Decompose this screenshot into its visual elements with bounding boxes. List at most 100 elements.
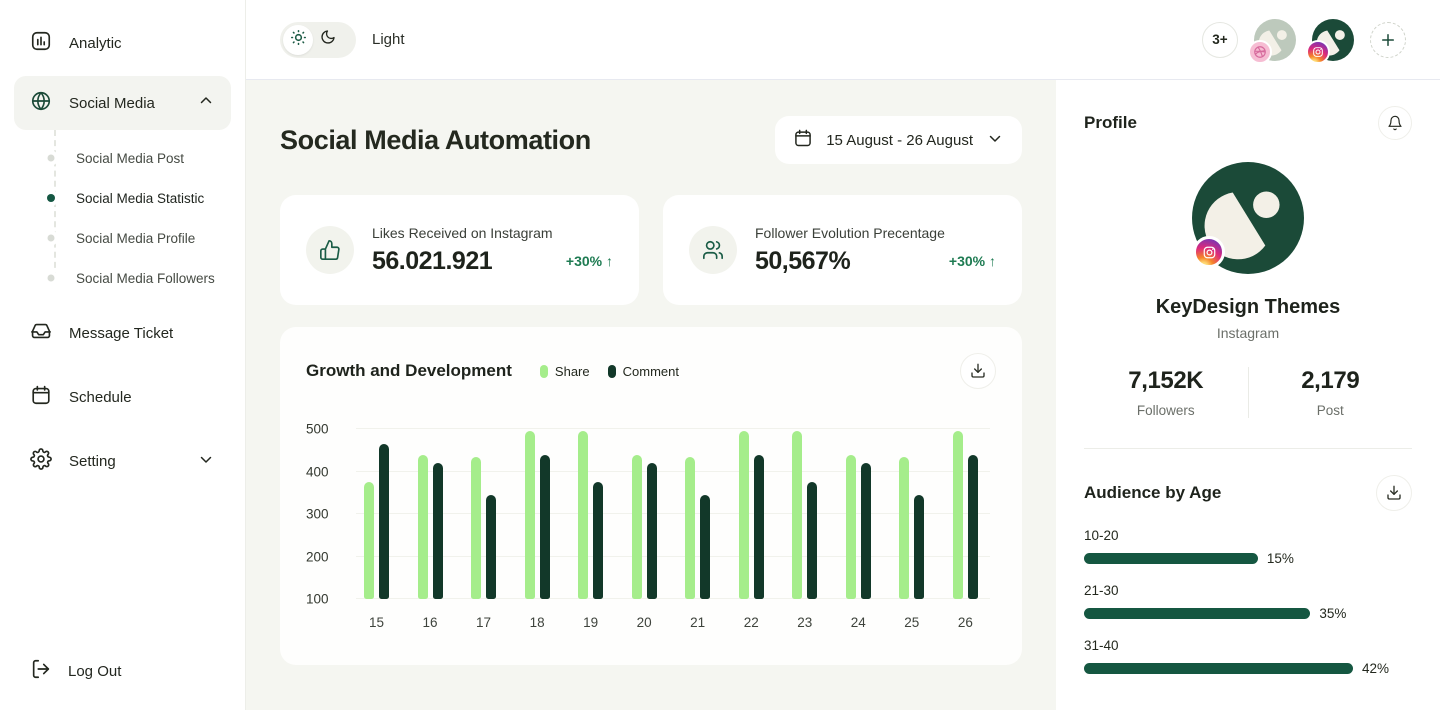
legend-label: Share xyxy=(555,364,590,379)
globe-icon xyxy=(30,90,52,116)
bar-share[interactable] xyxy=(471,457,481,599)
sidebar-lower-group: Message Ticket Schedule xyxy=(14,312,231,482)
dark-mode-button[interactable] xyxy=(313,25,343,55)
download-chart-button[interactable] xyxy=(960,353,996,389)
bar-group: 25 xyxy=(899,429,924,599)
y-axis-tick: 500 xyxy=(306,422,329,437)
bar-comment[interactable] xyxy=(433,463,443,599)
logout-button[interactable]: Log Out xyxy=(30,658,121,684)
bar-group: 19 xyxy=(578,429,603,599)
legend-item: Share xyxy=(540,364,590,379)
x-axis-tick: 21 xyxy=(690,615,705,630)
download-icon xyxy=(970,363,986,379)
bar-share[interactable] xyxy=(364,482,374,599)
sidebar-item-schedule[interactable]: Schedule xyxy=(14,376,231,418)
bar-comment[interactable] xyxy=(593,482,603,599)
growth-chart-plot: 151617181920212223242526 100200300400500 xyxy=(356,429,990,599)
bar-group: 18 xyxy=(525,429,550,599)
bar-share[interactable] xyxy=(739,431,749,599)
sidebar-item-social-media-statistic[interactable]: Social Media Statistic xyxy=(14,178,231,218)
bar-comment[interactable] xyxy=(540,455,550,600)
profile-heading: Profile xyxy=(1084,113,1137,133)
light-mode-button[interactable] xyxy=(283,25,313,55)
bar-share[interactable] xyxy=(899,457,909,599)
arrow-up-icon: ↑ xyxy=(606,253,613,269)
y-axis-tick: 400 xyxy=(306,464,329,479)
bar-comment[interactable] xyxy=(647,463,657,599)
download-icon xyxy=(1386,485,1402,501)
chevron-up-icon xyxy=(197,92,215,114)
date-range-picker[interactable]: 15 August - 26 August xyxy=(775,116,1022,164)
bar-share[interactable] xyxy=(578,431,588,599)
stat-value: 50,567% xyxy=(755,247,850,276)
sidebar-item-social-media-followers[interactable]: Social Media Followers xyxy=(14,258,231,298)
theme-toggle[interactable] xyxy=(280,22,356,58)
posts-label: Post xyxy=(1249,403,1413,418)
more-accounts-badge[interactable]: 3+ xyxy=(1202,22,1238,58)
bar-share[interactable] xyxy=(953,431,963,599)
stat-value: 56.021.921 xyxy=(372,247,492,276)
stat-title: Likes Received on Instagram xyxy=(372,225,613,241)
page-title: Social Media Automation xyxy=(280,125,591,156)
bar-comment[interactable] xyxy=(754,455,764,600)
account-avatar-dribbble[interactable] xyxy=(1254,19,1296,61)
followers-stat: 7,152K Followers xyxy=(1084,367,1248,418)
sidebar-item-social-media-post[interactable]: Social Media Post xyxy=(14,138,231,178)
download-audience-button[interactable] xyxy=(1376,475,1412,511)
arrow-up-icon: ↑ xyxy=(989,253,996,269)
bar-comment[interactable] xyxy=(914,495,924,599)
y-axis-tick: 100 xyxy=(306,592,329,607)
bullet-dot-icon xyxy=(48,235,55,242)
sidebar-item-social-media[interactable]: Social Media xyxy=(14,76,231,130)
bullet-dot-icon xyxy=(47,194,55,202)
sidebar-item-label: Setting xyxy=(69,453,116,470)
chart-legend: Share Comment xyxy=(540,364,679,379)
bullet-dot-icon xyxy=(48,275,55,282)
chevron-down-icon xyxy=(986,129,1004,151)
bar-share[interactable] xyxy=(792,431,802,599)
bar-share[interactable] xyxy=(418,455,428,600)
audience-age-label: 10-20 xyxy=(1084,528,1412,543)
bar-group: 21 xyxy=(685,429,710,599)
profile-avatar[interactable] xyxy=(1192,162,1304,274)
sidebar-item-social-media-profile[interactable]: Social Media Profile xyxy=(14,218,231,258)
bar-share[interactable] xyxy=(525,431,535,599)
bar-share[interactable] xyxy=(632,455,642,600)
subnav-label: Social Media Statistic xyxy=(76,191,204,206)
bar-comment[interactable] xyxy=(968,455,978,600)
date-range-value: 15 August - 26 August xyxy=(826,132,973,149)
main-content: Social Media Automation 15 August - 26 A… xyxy=(246,80,1056,710)
bar-comment[interactable] xyxy=(807,482,817,599)
profile-stats: 7,152K Followers 2,179 Post xyxy=(1084,367,1412,418)
bar-comment[interactable] xyxy=(861,463,871,599)
plus-icon xyxy=(1379,31,1397,49)
sidebar-item-label: Message Ticket xyxy=(69,325,173,342)
notifications-button[interactable] xyxy=(1378,106,1412,140)
x-axis-tick: 23 xyxy=(797,615,812,630)
bar-share[interactable] xyxy=(685,457,695,599)
bell-icon xyxy=(1387,115,1403,131)
followers-label: Followers xyxy=(1084,403,1248,418)
audience-bar[interactable] xyxy=(1084,608,1310,619)
audience-bar[interactable] xyxy=(1084,663,1353,674)
sidebar-item-analytic[interactable]: Analytic xyxy=(14,22,231,64)
divider xyxy=(1084,448,1412,449)
account-avatar-instagram[interactable] xyxy=(1312,19,1354,61)
sidebar-item-setting[interactable]: Setting xyxy=(14,440,231,482)
add-account-button[interactable] xyxy=(1370,22,1406,58)
audience-age-label: 21-30 xyxy=(1084,583,1412,598)
audience-bar[interactable] xyxy=(1084,553,1258,564)
bar-comment[interactable] xyxy=(379,444,389,599)
sidebar-item-message-ticket[interactable]: Message Ticket xyxy=(14,312,231,354)
bar-share[interactable] xyxy=(846,455,856,600)
x-axis-tick: 15 xyxy=(369,615,384,630)
calendar-icon xyxy=(793,128,813,152)
bar-comment[interactable] xyxy=(700,495,710,599)
bar-comment[interactable] xyxy=(486,495,496,599)
bullet-dot-icon xyxy=(48,155,55,162)
sidebar-item-label: Social Media xyxy=(69,95,155,112)
audience-percent: 15% xyxy=(1267,551,1294,566)
subnav-label: Social Media Followers xyxy=(76,271,215,286)
x-axis-tick: 16 xyxy=(423,615,438,630)
x-axis-tick: 26 xyxy=(958,615,973,630)
